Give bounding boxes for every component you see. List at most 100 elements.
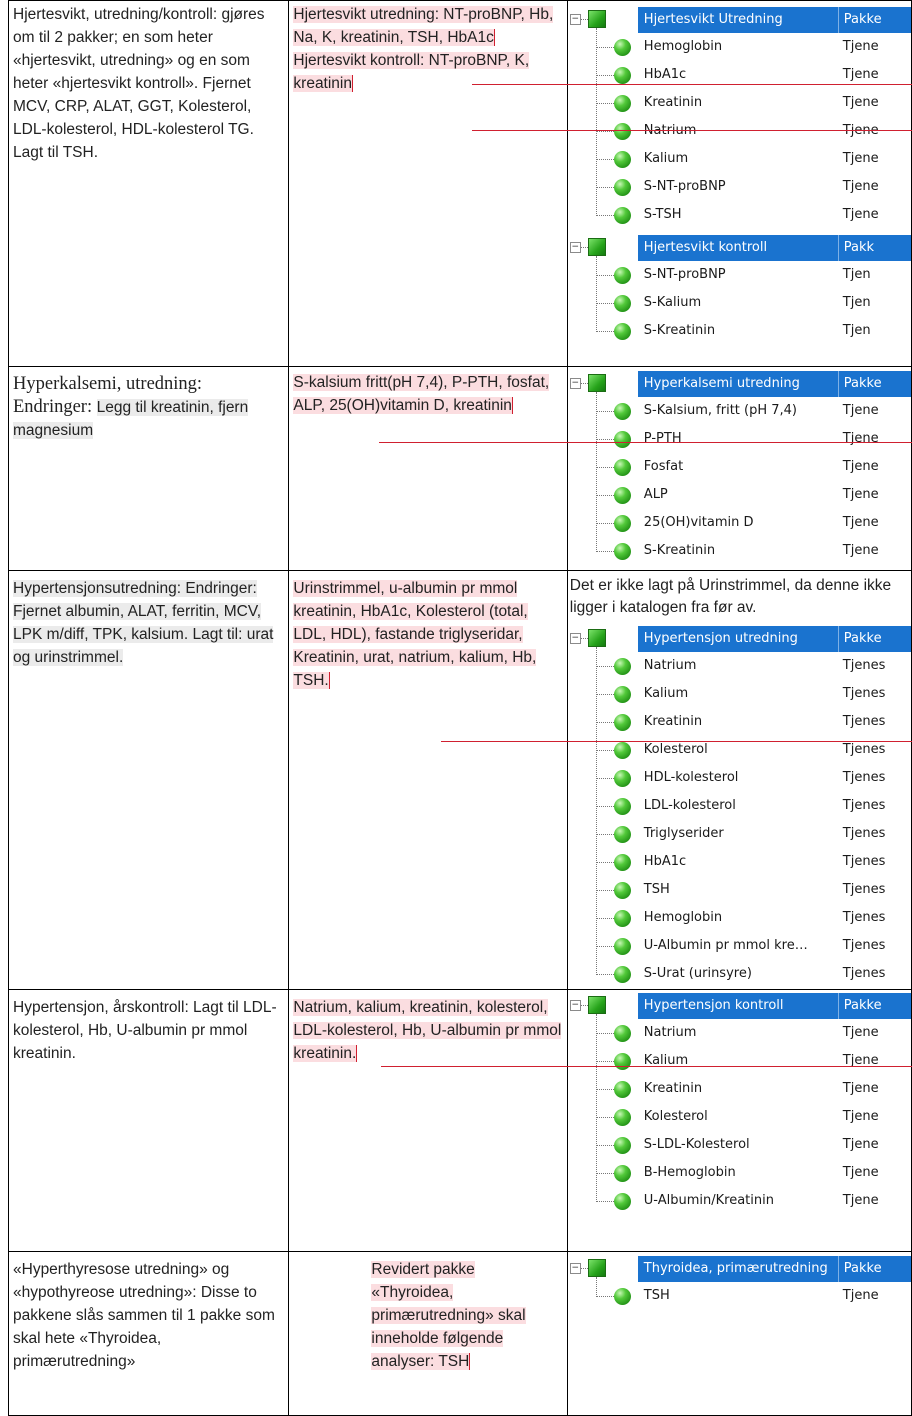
tree-item-row[interactable]: S-NT-proBNP Tjene	[568, 174, 910, 202]
collapse-toggle-icon[interactable]: −	[569, 14, 581, 25]
tree-package-row[interactable]: − Hypertensjon utredning Pakke	[568, 625, 911, 653]
analysis-status-icon	[613, 938, 631, 955]
collapse-toggle-icon[interactable]: −	[569, 378, 581, 389]
analysis-name[interactable]: S-Kreatinin	[644, 323, 715, 338]
analysis-status-icon	[613, 910, 631, 927]
tree-item-row[interactable]: P-PTH Tjene	[568, 426, 910, 454]
tree-item-row[interactable]: Kalium Tjene	[568, 146, 910, 174]
analysis-name[interactable]: B-Hemoglobin	[644, 1165, 736, 1180]
tree-item-row[interactable]: Hemoglobin Tjene	[568, 34, 910, 62]
tree-item-row[interactable]: U-Albumin pr mmol kre… Tjenes	[568, 933, 910, 961]
tree-item-row[interactable]: S-Kreatinin Tjen	[568, 318, 910, 346]
analysis-name[interactable]: U-Albumin pr mmol kre…	[644, 938, 808, 953]
analysis-name[interactable]: S-Kalium	[644, 295, 701, 310]
analysis-name[interactable]: 25(OH)vitamin D	[644, 515, 754, 530]
analysis-name[interactable]: Fosfat	[644, 459, 683, 474]
analysis-name[interactable]: Kreatinin	[644, 95, 702, 110]
package-icon	[587, 1259, 606, 1277]
tree-item-row[interactable]: ALP Tjene	[568, 482, 910, 510]
package-name[interactable]: Hypertensjon utredning	[637, 626, 844, 652]
tree-item-row[interactable]: Natrium Tjene	[568, 118, 910, 146]
tree-package-row[interactable]: − Hypertensjon kontroll Pakke	[568, 992, 911, 1020]
tree-item-row[interactable]: Triglyserider Tjenes	[568, 821, 910, 849]
analysis-name[interactable]: Kreatinin	[644, 1081, 702, 1096]
analysis-status-icon	[613, 67, 631, 84]
analysis-name[interactable]: Kolesterol	[644, 742, 708, 757]
package-name[interactable]: Hyperkalsemi utredning	[637, 371, 844, 397]
package-name[interactable]: Hjertesvikt kontroll	[637, 235, 844, 261]
analysis-name[interactable]: LDL-kolesterol	[644, 798, 736, 813]
tree-item-row[interactable]: 25(OH)vitamin D Tjene	[568, 510, 910, 538]
analysis-name[interactable]: S-LDL-Kolesterol	[644, 1137, 750, 1152]
analysis-name[interactable]: S-NT-proBNP	[644, 267, 726, 282]
tree-item-row[interactable]: Kalium Tjenes	[568, 681, 910, 709]
tree-item-row[interactable]: HbA1c Tjenes	[568, 849, 910, 877]
analysis-name[interactable]: Kolesterol	[644, 1109, 708, 1124]
tree-item-row[interactable]: Kolesterol Tjene	[568, 1104, 910, 1132]
analysis-name[interactable]: P-PTH	[644, 431, 682, 446]
analysis-type: Tjene	[842, 1288, 879, 1303]
analysis-status-icon	[613, 1053, 631, 1070]
analysis-name[interactable]: Kalium	[644, 686, 688, 701]
description-text: Hjertesvikt, utredning/kontroll: gjøres …	[13, 6, 265, 161]
analysis-name[interactable]: Hemoglobin	[644, 910, 722, 925]
tree-item-row[interactable]: S-Urat (urinsyre) Tjenes	[568, 961, 910, 989]
analysis-type: Tjenes	[842, 658, 886, 673]
tree-item-row[interactable]: S-Kreatinin Tjene	[568, 538, 910, 566]
tree-package-row[interactable]: − Thyroidea, primærutredning Pakke	[568, 1255, 911, 1283]
collapse-toggle-icon[interactable]: −	[569, 242, 581, 253]
analysis-name[interactable]: TSH	[644, 1288, 670, 1303]
collapse-toggle-icon[interactable]: −	[569, 1000, 581, 1011]
analysis-name[interactable]: HbA1c	[644, 854, 686, 869]
analysis-name[interactable]: S-Kalsium, fritt (pH 7,4)	[644, 403, 797, 418]
tree-item-row[interactable]: Kreatinin Tjene	[568, 90, 910, 118]
collapse-toggle-icon[interactable]: −	[569, 633, 581, 644]
collapse-toggle-icon[interactable]: −	[569, 1263, 581, 1274]
tree-item-row[interactable]: S-TSH Tjene	[568, 202, 910, 230]
package-name[interactable]: Hypertensjon kontroll	[637, 993, 844, 1019]
package-icon	[587, 10, 606, 28]
tree-item-row[interactable]: Fosfat Tjene	[568, 454, 910, 482]
tree-item-row[interactable]: Kalium Tjene	[568, 1048, 910, 1076]
tree-package-row[interactable]: − Hjertesvikt Utredning Pakke	[568, 6, 911, 34]
tree-item-row[interactable]: S-NT-proBNP Tjen	[568, 262, 910, 290]
analysis-type: Tjen	[842, 323, 871, 338]
tree-item-row[interactable]: Hemoglobin Tjenes	[568, 905, 910, 933]
analysis-name[interactable]: Kreatinin	[644, 714, 702, 729]
package-tree: − Hypertensjon kontroll Pakke Natrium Tjene K…	[568, 992, 911, 1216]
analysis-name[interactable]: Triglyserider	[644, 826, 724, 841]
tree-item-row[interactable]: HDL-kolesterol Tjenes	[568, 765, 910, 793]
tree-item-row[interactable]: Natrium Tjenes	[568, 653, 910, 681]
analysis-name[interactable]: HDL-kolesterol	[644, 770, 739, 785]
tree-package-row[interactable]: − Hjertesvikt kontroll Pakk	[568, 234, 911, 262]
package-name[interactable]: Thyroidea, primærutredning	[637, 1256, 844, 1282]
package-name[interactable]: Hjertesvikt Utredning	[637, 7, 844, 33]
tree-item-row[interactable]: TSH Tjene	[568, 1283, 910, 1311]
analysis-name[interactable]: TSH	[644, 882, 670, 897]
tree-item-row[interactable]: S-LDL-Kolesterol Tjene	[568, 1132, 910, 1160]
analysis-name[interactable]: S-NT-proBNP	[644, 179, 726, 194]
analysis-name[interactable]: S-Urat (urinsyre)	[644, 966, 752, 981]
analysis-name[interactable]: S-TSH	[644, 207, 682, 222]
tree-item-row[interactable]: B-Hemoglobin Tjene	[568, 1160, 910, 1188]
analysis-name[interactable]: Natrium	[644, 658, 697, 673]
tree-item-row[interactable]: Kreatinin Tjene	[568, 1076, 910, 1104]
tree-connector	[595, 215, 614, 216]
tree-item-row[interactable]: S-Kalium Tjen	[568, 290, 910, 318]
analysis-name[interactable]: Natrium	[644, 1025, 697, 1040]
analysis-name[interactable]: Hemoglobin	[644, 39, 722, 54]
tree-item-row[interactable]: LDL-kolesterol Tjenes	[568, 793, 910, 821]
analysis-name[interactable]: Kalium	[644, 151, 688, 166]
tree-package-row[interactable]: − Hyperkalsemi utredning Pakke	[568, 370, 911, 398]
tree-item-row[interactable]: Kreatinin Tjenes	[568, 709, 910, 737]
analysis-name[interactable]: U-Albumin/Kreatinin	[644, 1193, 774, 1208]
tree-item-row[interactable]: U-Albumin/Kreatinin Tjene	[568, 1188, 910, 1216]
tree-item-row[interactable]: HbA1c Tjene	[568, 62, 910, 90]
tree-item-row[interactable]: S-Kalsium, fritt (pH 7,4) Tjene	[568, 398, 910, 426]
tree-cell: − Hjertesvikt Utredning Pakke Hemoglobin Tje…	[566, 0, 912, 367]
analysis-name[interactable]: ALP	[644, 487, 668, 502]
analysis-name[interactable]: S-Kreatinin	[644, 543, 715, 558]
tree-item-row[interactable]: TSH Tjenes	[568, 877, 910, 905]
analysis-name[interactable]: HbA1c	[644, 67, 686, 82]
tree-item-row[interactable]: Natrium Tjene	[568, 1020, 910, 1048]
